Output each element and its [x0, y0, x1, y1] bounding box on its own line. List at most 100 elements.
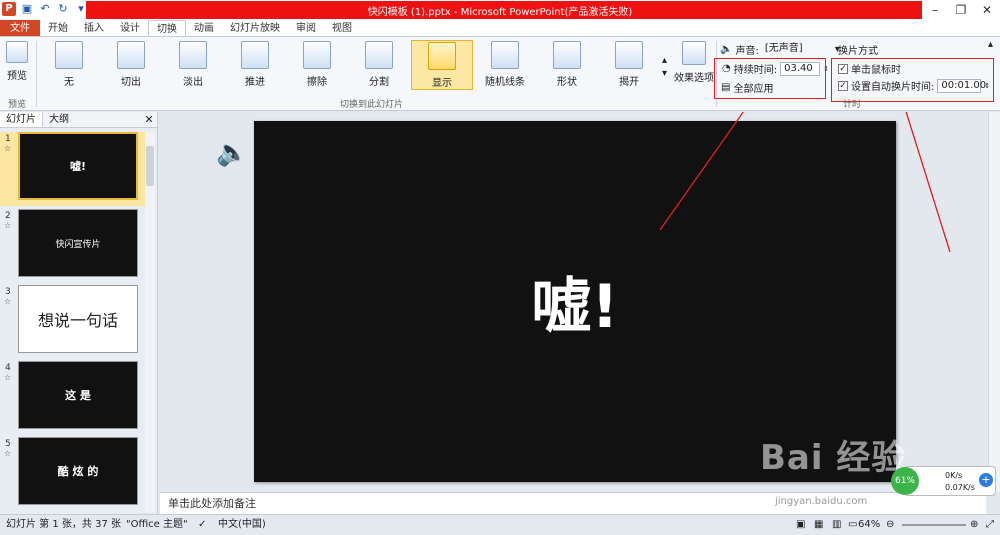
transition-label: 分割	[369, 77, 389, 88]
preview-button[interactable]: 预览	[2, 41, 32, 82]
slide-thumbnail-5[interactable]: 5 ☆ 酷 炫 的	[0, 437, 145, 511]
plus-icon[interactable]: +	[979, 473, 993, 487]
collapse-ribbon-icon[interactable]: ▴	[988, 39, 993, 50]
transition-random-bars[interactable]: 随机线条	[482, 41, 528, 88]
tab-slideshow[interactable]: 幻灯片放映	[222, 20, 288, 36]
slide-thumbnail-2[interactable]: 2 ☆ 快闪宣传片	[0, 209, 145, 283]
tab-transitions[interactable]: 切换	[148, 20, 186, 36]
view-normal-icon[interactable]: ▣	[796, 515, 805, 535]
transition-cut-icon	[117, 41, 145, 69]
baidu-watermark-url: jingyan.baidu.com	[775, 496, 868, 507]
window-controls: – ❐ ✕	[922, 0, 1000, 20]
slides-pane-scrollbar[interactable]	[145, 132, 155, 512]
close-pane-icon[interactable]: ✕	[141, 112, 157, 127]
slide-preview: 酷 炫 的	[18, 437, 138, 505]
slide-number: 5	[5, 439, 11, 449]
slide-preview: 快闪宣传片	[18, 209, 138, 277]
tab-design[interactable]: 设计	[112, 20, 148, 36]
window-title: 快闪模板 (1).pptx - Microsoft PowerPoint(产品激…	[367, 7, 633, 18]
transition-wipe-icon	[303, 41, 331, 69]
slide-thumbnail-1[interactable]: 1 ☆ 嘘!	[0, 132, 145, 206]
zoom-slider[interactable]	[902, 524, 966, 526]
separator	[36, 41, 37, 107]
transition-fade[interactable]: 淡出	[174, 41, 212, 88]
zoom-in-icon[interactable]: ⊕	[970, 515, 978, 535]
slide-number: 4	[5, 363, 11, 373]
slide-counter: 幻灯片 第 1 张，共 37 张	[6, 519, 121, 530]
transition-split-icon	[365, 41, 393, 69]
zoom-level[interactable]: 64%	[858, 515, 880, 535]
editor-scrollbar[interactable]	[988, 112, 1000, 492]
gallery-down-icon[interactable]: ▾	[662, 68, 667, 79]
transition-none-icon	[55, 41, 83, 69]
language-indicator[interactable]: 中文(中国)	[218, 515, 266, 535]
restore-button[interactable]: ❐	[948, 0, 974, 20]
preview-icon	[6, 41, 28, 63]
title-bar: 快闪模板 (1).pptx - Microsoft PowerPoint(产品激…	[0, 0, 1000, 20]
tab-outline[interactable]: 大纲	[43, 112, 75, 127]
speaker-icon[interactable]: 🔈	[216, 138, 248, 168]
speed-percent: 61%	[891, 467, 919, 495]
transition-fade-icon	[179, 41, 207, 69]
tab-slides[interactable]: 幻灯片	[0, 112, 43, 127]
transition-label: 随机线条	[485, 77, 525, 88]
slide-number: 1	[5, 134, 11, 144]
transition-reveal[interactable]: 显示	[411, 40, 473, 90]
sound-label: 声音:	[735, 46, 759, 57]
customize-qat-icon[interactable]: ▾	[74, 2, 88, 16]
transition-label: 显示	[432, 78, 452, 89]
transition-label: 形状	[557, 77, 577, 88]
ribbon-body: 预览 预览 无 切出 淡出 推进 擦除 分割 显示 随机线条 形状 揭开 ▴ ▾ …	[0, 37, 1000, 111]
preview-group-label: 预览	[8, 100, 27, 110]
slide-thumbnail-3[interactable]: 3 ☆ 想说一句话	[0, 285, 145, 359]
zoom-out-icon[interactable]: ⊖	[886, 515, 894, 535]
tab-review[interactable]: 审阅	[288, 20, 324, 36]
transition-wipe[interactable]: 擦除	[298, 41, 336, 88]
slide-preview: 这 是	[18, 361, 138, 429]
tab-animations[interactable]: 动画	[186, 20, 222, 36]
view-reading-icon[interactable]: ▥	[832, 515, 841, 535]
transition-label: 揭开	[619, 77, 639, 88]
transition-uncover-icon	[615, 41, 643, 69]
scrollbar-thumb[interactable]	[146, 146, 154, 186]
tab-insert[interactable]: 插入	[76, 20, 112, 36]
transition-shape[interactable]: 形状	[548, 41, 586, 88]
redo-icon[interactable]: ↻	[56, 2, 70, 16]
download-speed: 0.07K/s	[945, 483, 975, 492]
undo-icon[interactable]: ↶	[38, 2, 52, 16]
current-slide[interactable]: 嘘!	[254, 121, 896, 482]
sound-dropdown[interactable]: [无声音]	[762, 43, 832, 57]
minimize-button[interactable]: –	[922, 0, 948, 20]
transition-split[interactable]: 分割	[360, 41, 398, 88]
view-slideshow-icon[interactable]: ▭	[848, 515, 857, 535]
tab-view[interactable]: 视图	[324, 20, 360, 36]
transition-push-icon	[241, 41, 269, 69]
effect-options-icon	[682, 41, 706, 65]
preview-label: 预览	[7, 71, 27, 82]
fit-window-icon[interactable]: ⤢	[986, 515, 994, 535]
save-icon[interactable]: ▣	[20, 2, 34, 16]
pane-tabs: 幻灯片 大纲 ✕	[0, 112, 157, 128]
slide-preview: 嘘!	[18, 132, 138, 200]
transition-none[interactable]: 无	[50, 41, 88, 88]
close-button[interactable]: ✕	[974, 0, 1000, 20]
baidu-watermark: Bai 经验	[760, 438, 907, 478]
slide-title-text[interactable]: 嘘!	[531, 258, 618, 345]
annotation-frame-duration	[714, 58, 826, 99]
effect-options-label: 效果选项	[674, 73, 714, 84]
effect-options-button[interactable]: 效果选项	[674, 41, 714, 84]
transition-cut[interactable]: 切出	[112, 41, 150, 88]
powerpoint-logo-icon[interactable]: P	[2, 2, 16, 16]
tab-home[interactable]: 开始	[40, 20, 76, 36]
theme-name[interactable]: "Office 主题"	[126, 515, 188, 535]
spellcheck-icon[interactable]: ✓	[198, 515, 206, 535]
transition-uncover[interactable]: 揭开	[610, 41, 648, 88]
gallery-up-icon[interactable]: ▴	[662, 55, 667, 66]
slide-thumbnail-4[interactable]: 4 ☆ 这 是	[0, 361, 145, 435]
slide-preview: 想说一句话	[18, 285, 138, 353]
transition-push[interactable]: 推进	[236, 41, 274, 88]
tab-file[interactable]: 文件	[0, 20, 40, 36]
sound-icon: 🔈	[720, 44, 733, 55]
gallery-scroll[interactable]: ▴ ▾	[662, 55, 667, 79]
view-sorter-icon[interactable]: ▦	[814, 515, 823, 535]
